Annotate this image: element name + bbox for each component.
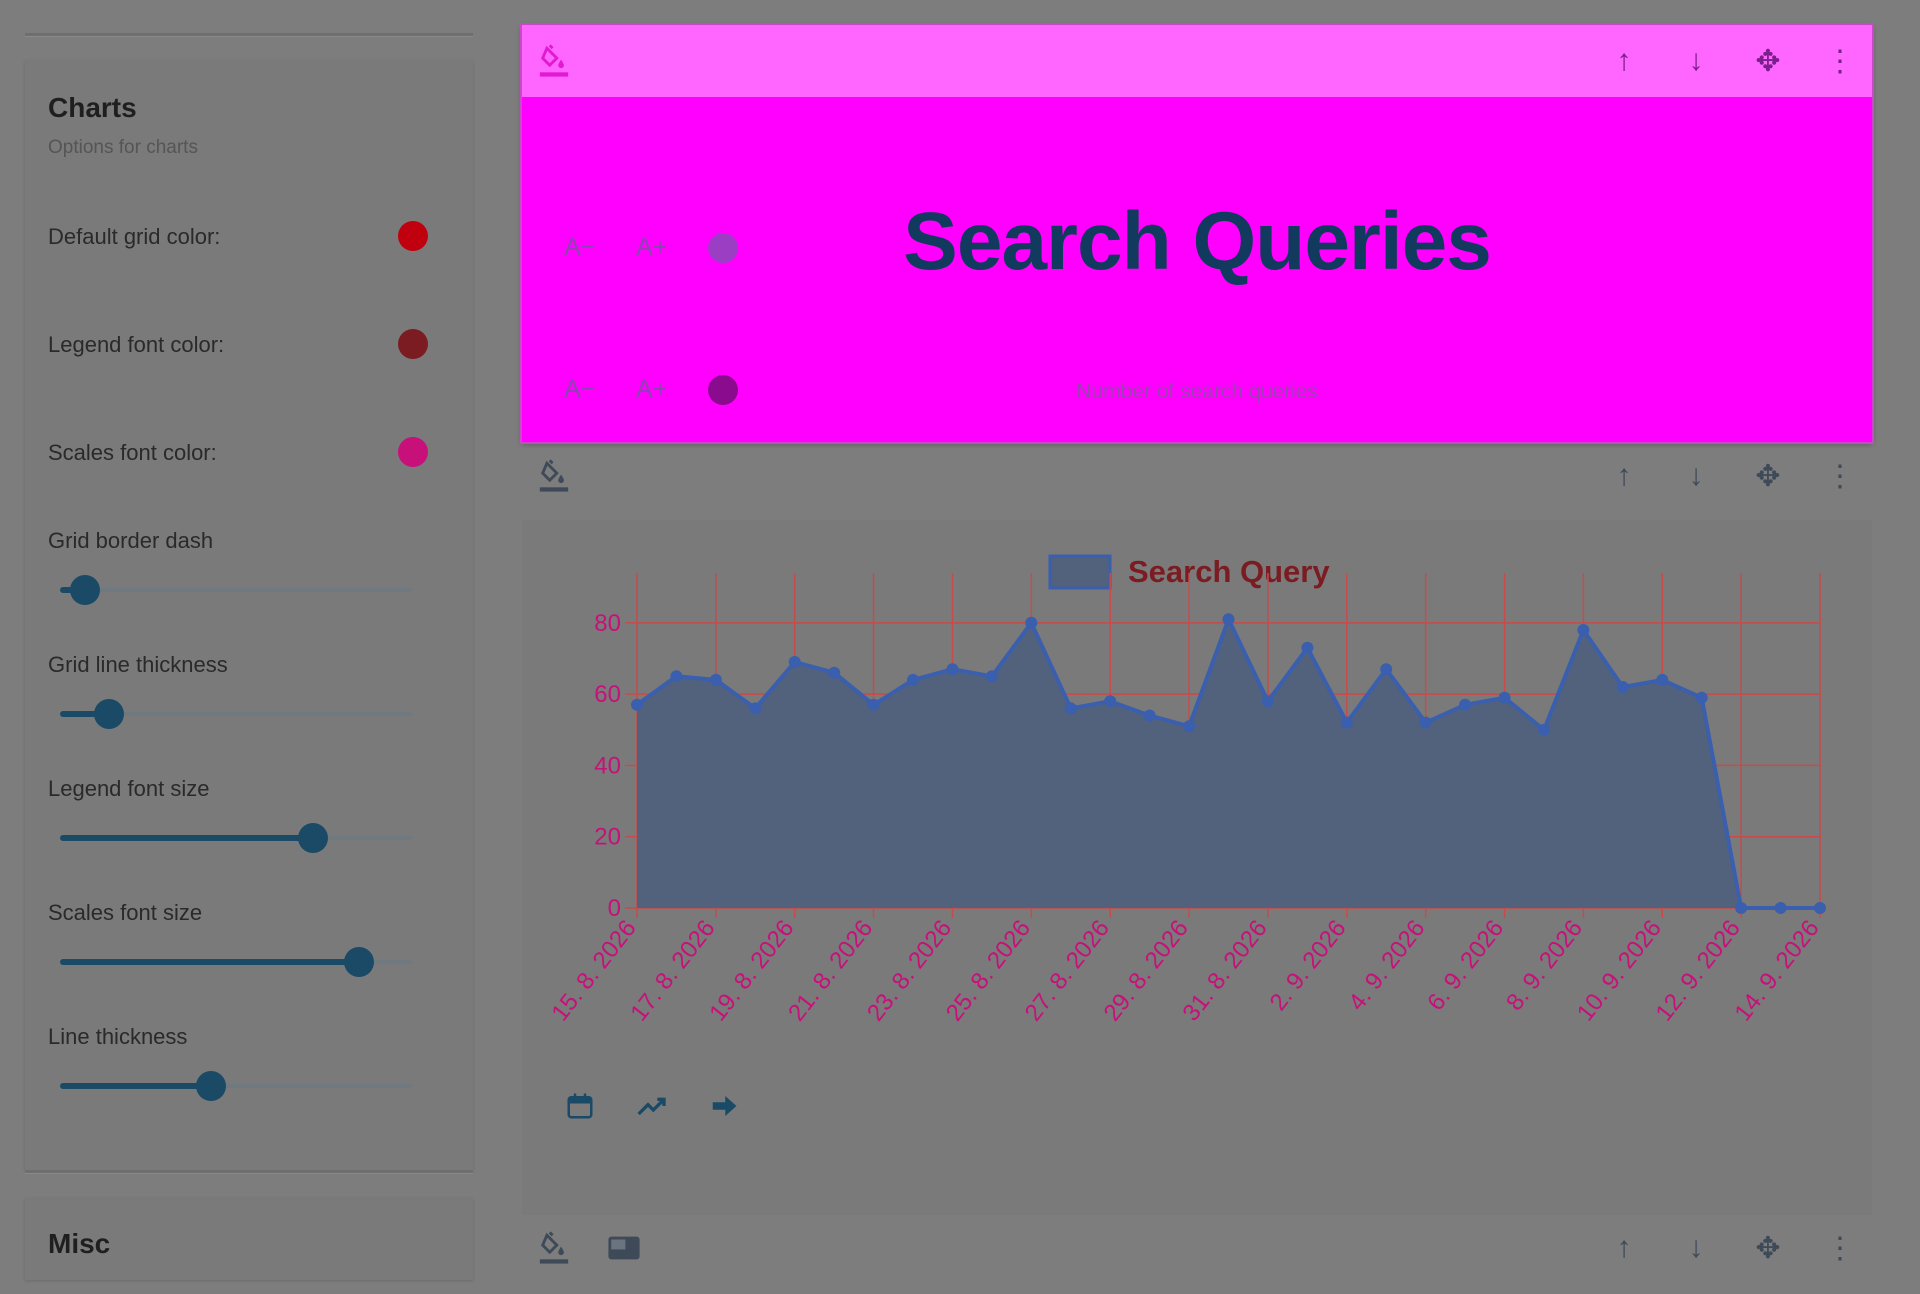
move-icon[interactable]: ✥ — [1750, 1230, 1786, 1266]
x-tick-label: 4. 9. 2026 — [1343, 915, 1430, 1016]
slider-thumb[interactable] — [298, 823, 329, 853]
block-toolbar: ↑ ↓ ✥ ⋮ — [522, 1222, 1872, 1294]
page-title: Search Queries — [903, 196, 1492, 287]
scales-font-color-label: Scales font color: — [48, 440, 217, 465]
data-point — [1695, 691, 1708, 704]
charts-section-subtitle: Options for charts — [48, 137, 198, 158]
data-point — [1143, 709, 1156, 722]
legend-label: Search Query — [1128, 554, 1330, 589]
sidebar-divider — [25, 33, 473, 37]
grid-border-dash-slider[interactable] — [60, 575, 412, 605]
data-point — [1183, 720, 1196, 733]
data-point — [1459, 698, 1472, 711]
data-point — [946, 663, 959, 676]
data-point — [867, 698, 880, 711]
paint-bucket-icon[interactable] — [536, 1230, 572, 1266]
legend-font-size-slider[interactable] — [60, 823, 412, 853]
move-icon[interactable]: ✥ — [1750, 458, 1786, 494]
more-vert-icon[interactable]: ⋮ — [1822, 458, 1858, 494]
legend-swatch — [1048, 554, 1112, 590]
arrow-down-icon[interactable]: ↓ — [1678, 458, 1714, 494]
series-area — [637, 619, 1820, 908]
data-point — [709, 673, 722, 686]
arrow-up-icon[interactable]: ↑ — [1606, 458, 1642, 494]
x-tick-label: 8. 9. 2026 — [1501, 915, 1588, 1016]
calendar-icon[interactable] — [562, 1088, 598, 1124]
data-point — [749, 702, 762, 715]
data-point — [1301, 641, 1314, 654]
search-query-chart: Search Query02040608015. 8. 202617. 8. 2… — [547, 554, 1826, 1026]
x-tick-label: 2. 9. 2026 — [1265, 915, 1352, 1016]
data-point — [1104, 695, 1117, 708]
default-grid-color-label: Default grid color: — [48, 224, 221, 249]
data-point — [1380, 663, 1393, 676]
data-point — [907, 673, 919, 686]
data-point — [631, 698, 643, 711]
arrow-forward-icon[interactable] — [706, 1088, 742, 1124]
chart-card: Search Query 0 20 40 60 80 15. 8. 2026 17. 8. 2… — [522, 520, 1872, 1215]
settings-sidebar: Charts Options for charts Default grid c… — [0, 0, 500, 1280]
scales-font-size-label: Scales font size — [48, 900, 203, 925]
line-thickness-slider[interactable] — [60, 1071, 412, 1101]
data-point — [1261, 695, 1274, 708]
block-toolbar: ↑ ↓ ✥ ⋮ — [522, 25, 1872, 97]
page-subtitle: Number of search queries — [1076, 380, 1318, 403]
misc-section-title: Misc — [48, 1228, 111, 1259]
title-block: ↑ ↓ ✥ ⋮ A− A+ Search Queries A− A+ Numbe… — [522, 25, 1872, 442]
move-icon[interactable]: ✥ — [1750, 43, 1786, 79]
data-point — [788, 656, 801, 668]
data-point — [1774, 902, 1787, 914]
image-block-icon[interactable] — [606, 1230, 642, 1266]
sidebar-divider — [25, 1170, 473, 1174]
paint-bucket-icon[interactable] — [536, 43, 572, 79]
line-thickness-label: Line thickness — [48, 1024, 188, 1049]
data-point — [1222, 613, 1235, 626]
grid-line-thickness-slider[interactable] — [60, 699, 412, 729]
charts-section-title: Charts — [48, 92, 137, 123]
scales-font-size-slider[interactable] — [60, 947, 412, 977]
data-point — [828, 666, 841, 679]
legend-font-color-swatch[interactable] — [398, 329, 428, 359]
block-toolbar: ↑ ↓ ✥ ⋮ — [522, 448, 1872, 520]
slider-thumb[interactable] — [69, 575, 100, 605]
grid-line-thickness-label: Grid line thickness — [48, 652, 228, 677]
data-point — [1577, 624, 1590, 636]
default-grid-color-swatch[interactable] — [398, 221, 428, 251]
data-point — [1498, 691, 1511, 704]
data-point — [1616, 681, 1629, 693]
data-point — [1814, 902, 1826, 914]
data-point — [1419, 716, 1432, 729]
legend-font-size-label: Legend font size — [48, 776, 210, 801]
y-tick-label: 40 — [594, 752, 621, 779]
data-point — [1340, 716, 1353, 729]
arrow-up-icon[interactable]: ↑ — [1606, 43, 1642, 79]
data-point — [670, 670, 683, 683]
scales-font-color-swatch[interactable] — [398, 437, 428, 467]
data-point — [1735, 902, 1748, 914]
data-point — [1538, 723, 1550, 736]
y-tick-label: 80 — [594, 610, 621, 637]
paint-bucket-icon[interactable] — [536, 458, 572, 494]
data-point — [985, 670, 998, 683]
arrow-down-icon[interactable]: ↓ — [1678, 43, 1714, 79]
slider-thumb[interactable] — [196, 1071, 227, 1101]
data-point — [1064, 702, 1077, 715]
slider-thumb[interactable] — [344, 947, 375, 977]
slider-thumb[interactable] — [94, 699, 125, 729]
grid-border-dash-label: Grid border dash — [48, 528, 214, 553]
x-tick-label: 6. 9. 2026 — [1422, 915, 1509, 1016]
more-vert-icon[interactable]: ⋮ — [1822, 1230, 1858, 1266]
y-tick-label: 20 — [594, 824, 621, 851]
more-vert-icon[interactable]: ⋮ — [1822, 43, 1858, 79]
arrow-down-icon[interactable]: ↓ — [1678, 1230, 1714, 1266]
chart-block: ↑ ↓ ✥ ⋮ Search Query 0 20 40 60 80 15. 8. 2026… — [522, 448, 1872, 1215]
arrow-up-icon[interactable]: ↑ — [1606, 1230, 1642, 1266]
y-tick-label: 60 — [594, 681, 621, 708]
next-block: ↑ ↓ ✥ ⋮ — [522, 1222, 1872, 1282]
legend-font-color-label: Legend font color: — [48, 332, 225, 357]
data-point — [1656, 673, 1669, 686]
data-point — [1025, 616, 1038, 629]
trending-up-icon[interactable] — [634, 1088, 670, 1124]
